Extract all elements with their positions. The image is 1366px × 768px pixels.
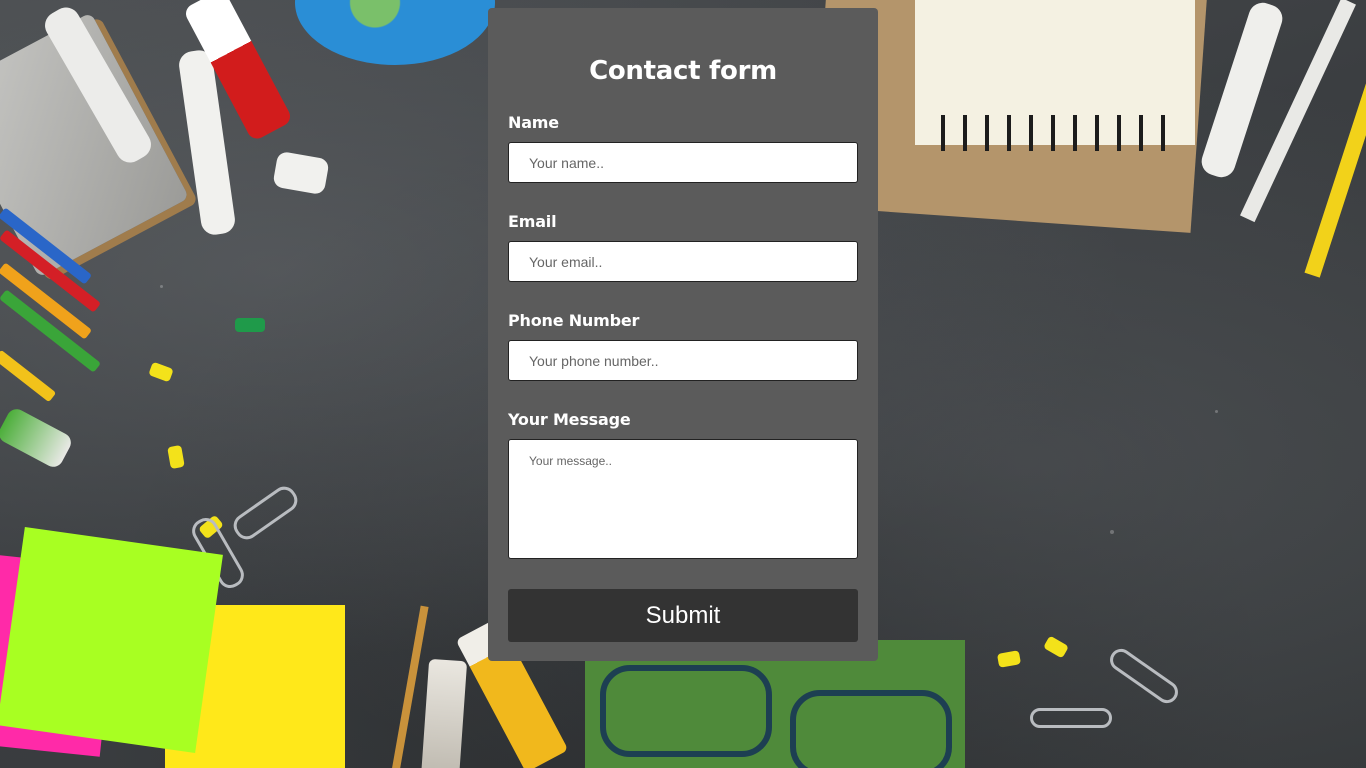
chalk-dust [160, 285, 163, 288]
email-label: Email [508, 212, 557, 231]
push-pin [996, 650, 1022, 668]
phone-input[interactable] [508, 340, 858, 381]
email-input[interactable] [508, 241, 858, 282]
push-pin [1042, 635, 1070, 659]
globe [295, 0, 495, 65]
name-input[interactable] [508, 142, 858, 183]
notebook-spiral [935, 115, 1175, 151]
chalk-piece [272, 150, 330, 196]
eyeglasses [600, 665, 772, 757]
sticky-note [0, 527, 223, 753]
push-pin [235, 318, 265, 332]
colored-pencil [0, 349, 57, 403]
submit-button[interactable]: Submit [508, 589, 858, 642]
paper-clip [1030, 708, 1112, 728]
push-pin [148, 361, 174, 383]
chalk-dust [1215, 410, 1218, 413]
chalk-dust [1110, 530, 1114, 534]
push-pin [167, 444, 185, 470]
phone-label: Phone Number [508, 311, 640, 330]
message-textarea[interactable] [508, 439, 858, 559]
message-label: Your Message [508, 410, 631, 429]
paint-tube [420, 658, 468, 768]
paper-clip [228, 481, 303, 545]
paper-clip [1105, 644, 1183, 708]
contact-form: Contact form Name Email Phone Number You… [488, 8, 878, 661]
pencil [1304, 82, 1366, 278]
eyeglasses [790, 690, 952, 768]
name-label: Name [508, 113, 559, 132]
form-title: Contact form [589, 56, 777, 86]
paint-tube [0, 405, 75, 471]
